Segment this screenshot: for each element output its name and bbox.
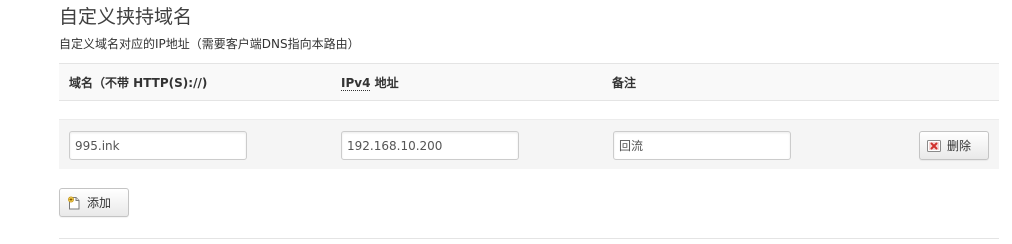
- table-header: 域名（不带 HTTP(S)://) IPv4 地址 备注: [59, 63, 999, 101]
- header-ip-abbr: IPv4: [341, 76, 371, 91]
- section-description: 自定义域名对应的IP地址（需要客户端DNS指向本路由）: [59, 37, 360, 51]
- ip-input[interactable]: [341, 131, 519, 160]
- domain-input[interactable]: [69, 131, 247, 160]
- add-icon: [67, 196, 81, 210]
- add-button-label: 添加: [87, 196, 112, 210]
- remove-icon: [927, 139, 941, 153]
- section-title: 自定义挟持域名: [59, 6, 193, 28]
- section-divider: [59, 238, 999, 239]
- header-domain: 域名（不带 HTTP(S)://): [69, 76, 208, 90]
- header-ip: IPv4 地址: [341, 75, 399, 91]
- remove-button[interactable]: 删除: [919, 131, 989, 160]
- remove-button-label: 删除: [947, 139, 972, 153]
- header-note: 备注: [612, 76, 637, 90]
- note-input[interactable]: [613, 131, 791, 160]
- table-row: 删除: [59, 119, 999, 169]
- add-button[interactable]: 添加: [59, 188, 129, 217]
- header-ip-suffix: 地址: [370, 76, 399, 90]
